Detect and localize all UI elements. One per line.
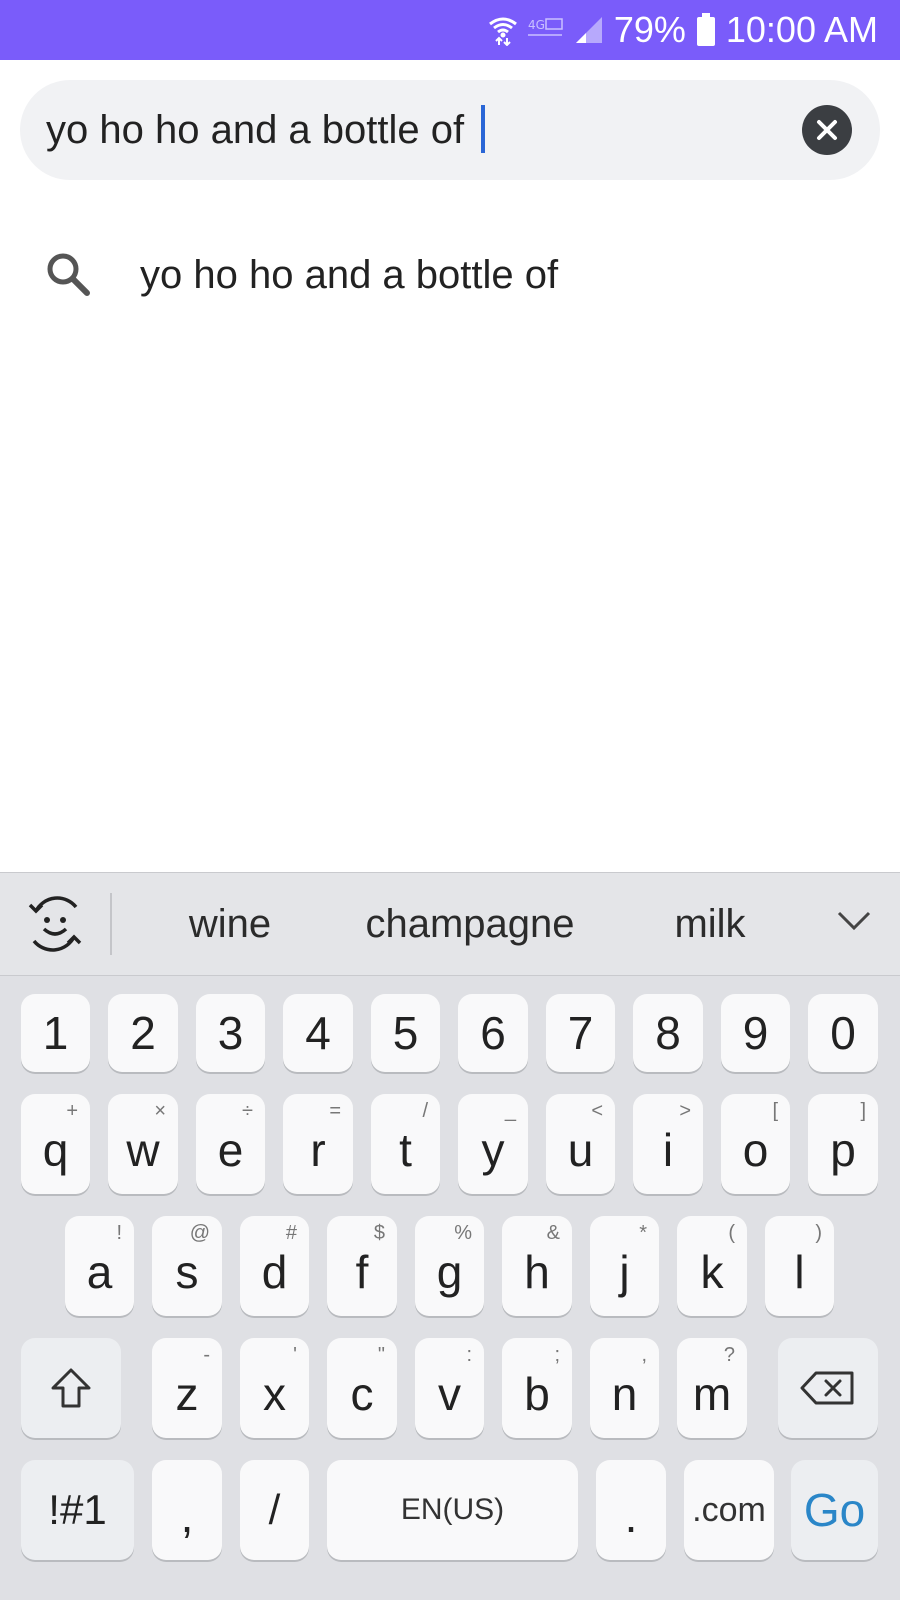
key-g[interactable]: % g: [415, 1216, 484, 1316]
clear-search-button[interactable]: [802, 105, 852, 155]
key-a[interactable]: ! a: [65, 1216, 134, 1316]
go-key[interactable]: Go: [791, 1460, 878, 1560]
key-j[interactable]: * j: [590, 1216, 659, 1316]
space-key[interactable]: EN(US): [327, 1460, 578, 1560]
search-bar[interactable]: yo ho ho and a bottle of: [20, 80, 880, 180]
suggestion-text: yo ho ho and a bottle of: [140, 253, 559, 297]
comma-key[interactable]: ,: [152, 1460, 222, 1560]
key-1[interactable]: 1: [21, 994, 90, 1072]
key-i[interactable]: > i: [633, 1094, 703, 1194]
key-e[interactable]: ÷ e: [196, 1094, 265, 1194]
key-3[interactable]: 3: [196, 994, 265, 1072]
key-9[interactable]: 9: [721, 994, 790, 1072]
suggestion-item[interactable]: yo ho ho and a bottle of: [0, 220, 900, 330]
slash-key[interactable]: /: [240, 1460, 309, 1560]
key-8[interactable]: 8: [633, 994, 703, 1072]
dotcom-key[interactable]: .com: [684, 1460, 774, 1560]
battery-icon: [696, 13, 716, 47]
backspace-key[interactable]: [778, 1338, 878, 1438]
key-f[interactable]: $ f: [327, 1216, 397, 1316]
shift-arrow-icon: [51, 1368, 91, 1408]
search-input[interactable]: yo ho ho and a bottle of: [46, 80, 486, 180]
key-u[interactable]: < u: [546, 1094, 615, 1194]
key-r[interactable]: = r: [283, 1094, 353, 1194]
key-b[interactable]: ; b: [502, 1338, 572, 1438]
chevron-down-icon[interactable]: [836, 909, 872, 938]
backspace-icon: [800, 1371, 854, 1405]
period-key[interactable]: .: [596, 1460, 666, 1560]
key-t[interactable]: / t: [371, 1094, 440, 1194]
battery-percent: 79%: [613, 9, 686, 50]
close-icon: [817, 120, 837, 140]
key-n[interactable]: ,n: [590, 1338, 659, 1438]
wifi-icon: [488, 14, 518, 46]
key-s[interactable]: @ s: [152, 1216, 222, 1316]
key-y[interactable]: _ y: [458, 1094, 528, 1194]
key-6[interactable]: 6: [458, 994, 528, 1072]
soft-keyboard: wine champagne milk 1 2 3 4 5 6 7 8 9 0 …: [0, 872, 900, 1600]
search-icon: [44, 250, 92, 303]
key-7[interactable]: 7: [546, 994, 615, 1072]
key-x[interactable]: ' x: [240, 1338, 309, 1438]
key-d[interactable]: # d: [240, 1216, 309, 1316]
prediction-2[interactable]: champagne: [360, 873, 580, 975]
key-w[interactable]: × w: [108, 1094, 178, 1194]
status-bar-right: 4G 79% 10:00 AM: [488, 0, 878, 60]
key-h[interactable]: & h: [502, 1216, 572, 1316]
prediction-1[interactable]: wine: [150, 873, 310, 975]
emoji-smiley-icon[interactable]: [24, 893, 86, 955]
key-c[interactable]: " c: [327, 1338, 397, 1438]
svg-text:4G: 4G: [528, 18, 545, 32]
key-5[interactable]: 5: [371, 994, 440, 1072]
4g-lte-icon: 4G: [527, 17, 564, 43]
key-q[interactable]: + q: [21, 1094, 90, 1194]
status-bar: 4G 79% 10:00 AM: [0, 0, 900, 60]
keyboard-toolbar: wine champagne milk: [0, 872, 900, 976]
clock: 10:00 AM: [725, 9, 878, 50]
key-o[interactable]: [o: [721, 1094, 790, 1194]
prediction-3[interactable]: milk: [630, 873, 790, 975]
key-v[interactable]: :v: [415, 1338, 484, 1438]
key-4[interactable]: 4: [283, 994, 353, 1072]
key-l[interactable]: ) l: [765, 1216, 834, 1316]
key-z[interactable]: -z: [152, 1338, 222, 1438]
key-2[interactable]: 2: [108, 994, 178, 1072]
key-k[interactable]: (k: [677, 1216, 747, 1316]
symbols-key[interactable]: !#1: [21, 1460, 134, 1560]
signal-icon: [574, 15, 604, 45]
toolbar-divider: [110, 893, 112, 955]
key-m[interactable]: ? m: [677, 1338, 747, 1438]
text-caret: [481, 105, 486, 154]
key-0[interactable]: 0: [808, 994, 878, 1072]
search-query-text: yo ho ho and a bottle of: [46, 108, 476, 152]
key-p[interactable]: ] p: [808, 1094, 878, 1194]
shift-key[interactable]: [21, 1338, 121, 1438]
